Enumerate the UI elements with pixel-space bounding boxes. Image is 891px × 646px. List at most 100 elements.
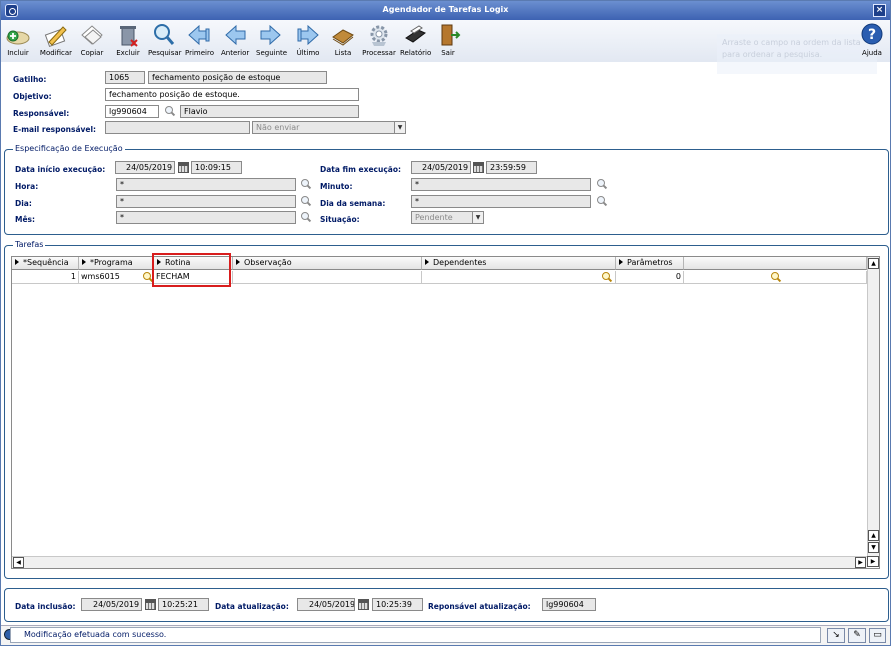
ultimo-button[interactable]: Último [294,22,322,60]
copy-pages-icon [81,25,103,45]
data-fim-value: 24/05/2019 [422,163,469,172]
calendar-icon[interactable] [358,599,369,610]
column-header-label: Parâmetros [627,258,673,267]
scroll-up-icon[interactable]: ▲ [868,530,879,541]
incluir-button[interactable]: Incluir [5,22,31,60]
hora-inclusao-field: 10:25:21 [158,598,209,611]
lista-button[interactable]: Lista [330,22,356,60]
cell-dependentes[interactable] [422,271,616,284]
pencil-icon [44,26,67,48]
ajuda-button[interactable]: ? Ajuda [859,22,885,60]
calendar-icon[interactable] [145,599,156,610]
dia-semana-search-icon[interactable] [596,195,608,207]
data-inclusao-value: 24/05/2019 [93,600,140,609]
hora-field[interactable]: * [116,178,296,191]
responsavel-code-field[interactable]: lg990604 [105,105,159,118]
scroll-left-icon[interactable]: ◀ [13,557,24,568]
gatilho-code-field[interactable]: 1065 [105,71,145,84]
dia-field[interactable]: * [116,195,296,208]
tarefas-group-title: Tarefas [13,240,46,249]
anterior-label: Anterior [221,49,250,57]
cell-observacao[interactable] [233,271,422,284]
mes-search-icon[interactable] [300,211,312,223]
data-inicio-label: Data início execução: [15,165,106,174]
window-title: Agendador de Tarefas Logix [382,5,509,14]
ajuda-label: Ajuda [862,49,882,57]
printer-icon [405,25,426,43]
ultimo-label: Último [296,49,320,57]
hora-inicio-field[interactable]: 10:09:15 [191,161,242,174]
resp-atualizacao-field: lg990604 [542,598,596,611]
gear-process-icon [370,25,388,46]
data-inicio-field[interactable]: 24/05/2019 [115,161,175,174]
objetivo-field[interactable]: fechamento posição de estoque. [105,88,359,101]
modificar-button[interactable]: Modificar [39,22,73,60]
column-header-label: *Programa [90,258,133,267]
parametros-search-icon[interactable] [770,271,782,283]
responsavel-search-icon[interactable] [164,105,176,117]
processar-button[interactable]: Processar [362,22,396,60]
hora-search-icon[interactable] [300,178,312,190]
seguinte-button[interactable]: Seguinte [256,22,287,60]
primeiro-label: Primeiro [185,49,214,57]
dia-search-icon[interactable] [300,195,312,207]
chevron-down-icon[interactable]: ▼ [472,212,483,223]
column-header-programa[interactable]: *Programa [79,257,154,270]
chat-icon[interactable]: ▭ [869,628,886,643]
chevron-down-icon[interactable]: ▼ [394,122,405,133]
title-bar: Agendador de Tarefas Logix × [1,1,890,20]
add-disc-icon [6,30,30,45]
hora-fim-field[interactable]: 23:59:59 [486,161,537,174]
minuto-search-icon[interactable] [596,178,608,190]
scroll-down-icon[interactable]: ▼ [868,542,879,553]
column-header-observacao[interactable]: Observação [233,257,422,270]
scroll-right-end-icon[interactable]: ▶ [867,556,879,567]
copiar-button[interactable]: Copiar [79,22,105,60]
processar-label: Processar [362,49,396,57]
close-window-button[interactable]: × [873,4,886,17]
column-header-parametros[interactable]: Parâmetros [616,257,684,270]
cell-parametros-search[interactable] [684,271,867,284]
cell-parametros[interactable]: 0 [616,271,684,284]
scroll-right-icon[interactable]: ▶ [855,557,866,568]
situacao-select[interactable]: Pendente ▼ [411,211,484,224]
cell-programa[interactable]: wms6015 [79,271,154,284]
cell-sequencia[interactable]: 1 [12,271,79,284]
anterior-button[interactable]: Anterior [221,22,249,60]
mes-field[interactable]: * [116,211,296,224]
hora-label: Hora: [15,182,39,191]
scroll-up-icon[interactable]: ▲ [868,258,879,269]
dependentes-search-icon[interactable] [601,271,613,283]
responsavel-name-field: Flavio [180,105,359,118]
last-arrow-icon [297,24,319,46]
email-option-value: Não enviar [256,123,300,132]
excluir-button[interactable]: Excluir [115,22,141,60]
pesquisar-button[interactable]: Pesquisar [148,22,182,60]
email-option-select[interactable]: Não enviar ▼ [252,121,406,134]
app-window: Agendador de Tarefas Logix × Incluir Mod… [0,0,891,646]
column-header-dependentes[interactable]: Dependentes [422,257,616,270]
connection-icon[interactable]: ↘ [827,628,845,643]
data-fim-field[interactable]: 24/05/2019 [411,161,471,174]
incluir-label: Incluir [7,49,29,57]
vertical-scrollbar[interactable]: ▲ ▲ ▼ [867,257,879,556]
cell-programa-value: wms6015 [81,272,120,281]
column-header-blank [684,257,867,270]
minuto-field[interactable]: * [411,178,591,191]
drag-hint-overlay: Arraste o campo na ordem da lista para o… [717,34,877,74]
primeiro-button[interactable]: Primeiro [185,22,214,60]
edit-note-icon[interactable]: ✎ [848,628,866,643]
dia-semana-field[interactable]: * [411,195,591,208]
relatorio-button[interactable]: Relatório [400,22,431,60]
magnifier-icon [154,24,175,45]
objetivo-label: Objetivo: [13,92,52,101]
resp-atualizacao-label: Reponsável atualização: [428,602,531,611]
sair-button[interactable]: Sair [437,22,461,60]
column-header-sequencia[interactable]: *Sequência [12,257,79,270]
horizontal-scrollbar[interactable]: ◀ ▶ [12,556,867,568]
column-header-label: *Sequência [23,258,69,267]
help-icon: ? [861,23,883,45]
copiar-label: Copiar [80,49,104,57]
calendar-icon[interactable] [473,162,484,173]
calendar-icon[interactable] [178,162,189,173]
